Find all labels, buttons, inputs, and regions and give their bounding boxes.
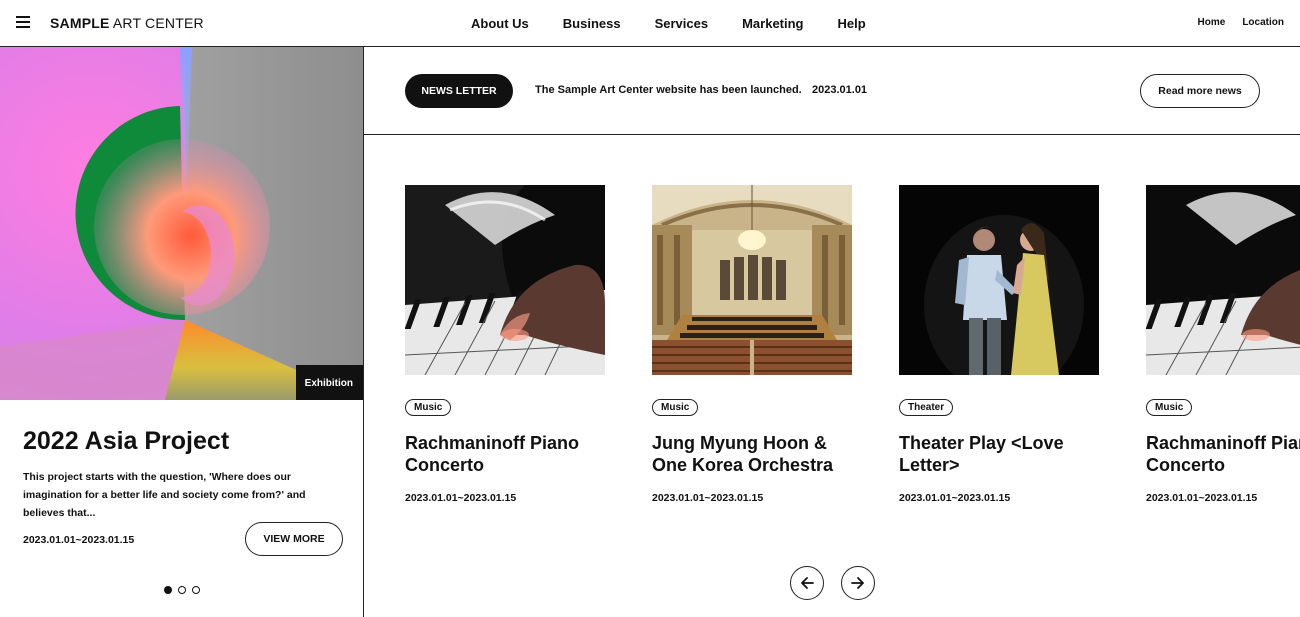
card-date: 2023.01.01~2023.01.15 [405, 492, 517, 504]
site-logo[interactable]: SAMPLE ART CENTER [50, 15, 204, 31]
feature-description: This project starts with the question, '… [23, 471, 306, 519]
card-image-concert-hall[interactable] [652, 185, 852, 375]
card-title[interactable]: Rachmaninoff PianoConcerto [405, 432, 605, 476]
card-image-piano[interactable] [405, 185, 605, 375]
slide-pagination [164, 586, 200, 594]
arrow-right-icon [851, 577, 864, 589]
event-card-carousel: Music Rachmaninoff Piano Concerto 2023.01… [364, 136, 1300, 617]
newsletter-bar: NEWS LETTER The Sample Art Center websit… [364, 47, 1300, 135]
carousel-prev-button[interactable] [790, 566, 824, 600]
card-category-tag[interactable]: Theater [899, 399, 954, 416]
read-more-news-button[interactable]: Read more news [1140, 74, 1260, 108]
card-title-line2: Letter> [899, 455, 960, 475]
nav-marketing[interactable]: Marketing [742, 16, 803, 31]
nav-business[interactable]: Business [563, 16, 621, 31]
event-card[interactable]: Theater Theater Play <Love Letter> 2023.0… [899, 185, 1099, 504]
utility-nav: Home Location [1198, 17, 1284, 28]
util-location-link[interactable]: Location [1242, 17, 1284, 28]
nav-about-us[interactable]: About Us [471, 16, 529, 31]
site-header: SAMPLE ART CENTER About Us Business Serv… [0, 0, 1300, 47]
card-category-tag[interactable]: Music [405, 399, 452, 416]
card-image-piano[interactable] [1146, 185, 1300, 375]
card-title[interactable]: Theater Play <Love Letter> [899, 432, 1099, 476]
newsletter-date: 2023.01.01 [812, 84, 868, 96]
nav-services[interactable]: Services [655, 16, 709, 31]
card-title-line1: Rachmaninoff Piano [1146, 433, 1300, 453]
feature-artwork-image[interactable]: Exhibition [0, 47, 363, 400]
slide-dot-2[interactable] [178, 586, 186, 594]
card-title-line2: Concerto [1146, 455, 1226, 475]
card-title-line1: Jung Myung Hoon & [652, 433, 827, 453]
newsletter-label-button[interactable]: NEWS LETTER [405, 74, 513, 108]
feature-title[interactable]: 2022 Asia Project [23, 427, 229, 456]
featured-exhibition: Exhibition 2022 Asia Project This projec… [0, 47, 364, 617]
card-date: 2023.01.01~2023.01.15 [652, 492, 764, 504]
card-date: 2023.01.01~2023.01.15 [899, 492, 1011, 504]
card-title-line1: Theater Play <Love [899, 433, 1064, 453]
newsletter-headline[interactable]: The Sample Art Center website has been l… [535, 84, 802, 96]
card-title[interactable]: Rachmaninoff PianoConcerto [1146, 432, 1300, 476]
feature-category-tag: Exhibition [295, 365, 363, 400]
card-image-stage-actors[interactable] [899, 185, 1099, 375]
carousel-controls [790, 566, 875, 600]
card-date: 2023.01.01~2023.01.15 [1146, 492, 1258, 504]
event-card[interactable]: Music Rachmaninoff PianoConcerto 2023.01… [405, 185, 605, 504]
arrow-left-icon [801, 577, 814, 589]
card-title[interactable]: Jung Myung Hoon & One Korea Orchestra [652, 432, 852, 476]
util-home-link[interactable]: Home [1198, 17, 1226, 28]
event-card[interactable]: Music Rachmaninoff PianoConcerto 2023.01… [1146, 185, 1300, 504]
card-category-tag[interactable]: Music [652, 399, 699, 416]
event-card[interactable]: Music Jung Myung Hoon & One Korea Orchest… [652, 185, 852, 504]
logo-bold: SAMPLE [50, 15, 110, 31]
main-nav: About Us Business Services Marketing Hel… [471, 16, 900, 31]
card-category-tag[interactable]: Music [1146, 399, 1193, 416]
card-title-line2: One Korea Orchestra [652, 455, 834, 475]
view-more-button[interactable]: VIEW MORE [245, 522, 343, 556]
feature-date: 2023.01.01~2023.01.15 [23, 534, 135, 546]
logo-rest: ART CENTER [109, 15, 204, 31]
carousel-next-button[interactable] [841, 566, 875, 600]
card-title-line1: Rachmaninoff Piano [405, 433, 580, 453]
nav-help[interactable]: Help [838, 16, 866, 31]
hamburger-menu-icon[interactable] [16, 16, 30, 28]
slide-dot-1[interactable] [164, 586, 172, 594]
card-title-line2: Concerto [405, 455, 485, 475]
slide-dot-3[interactable] [192, 586, 200, 594]
